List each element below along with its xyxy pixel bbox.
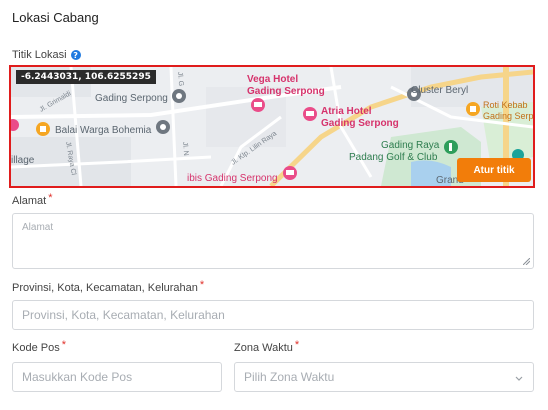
coordinates-badge: -6.2443031, 106.6255295 xyxy=(16,70,156,84)
required-marker: * xyxy=(61,339,66,351)
chevron-down-icon xyxy=(515,376,523,381)
location-map[interactable]: Vega Hotel Gading Serpong Gading Serpong… xyxy=(9,65,535,188)
gray-pin-icon xyxy=(156,120,170,134)
required-marker: * xyxy=(48,192,53,204)
roti-kebab-pin-icon xyxy=(466,102,480,116)
gading-raya-label: Gading Raya xyxy=(381,140,440,151)
postal-code-input[interactable]: Masukkan Kode Pos xyxy=(12,362,222,392)
balai-warga-label: Balai Warga Bohemia xyxy=(55,125,152,136)
timezone-select[interactable]: Pilih Zona Waktu xyxy=(234,362,534,392)
postal-label: Kode Pos * xyxy=(12,339,66,354)
ibis-pin-icon xyxy=(283,166,297,180)
cluster-beryl-label: Cluster Beryl xyxy=(411,85,468,96)
roti-kebab-label-2: Gading Serpo xyxy=(483,111,533,121)
gading-serpong-label: Gading Serpong xyxy=(95,93,168,104)
region-label-text: Provinsi, Kota, Kecamatan, Kelurahan xyxy=(12,282,198,294)
golf-pin-icon xyxy=(444,140,458,154)
timezone-label: Zona Waktu * xyxy=(234,339,300,354)
timezone-placeholder: Pilih Zona Waktu xyxy=(244,370,335,384)
illage-label: illage xyxy=(11,155,35,166)
roti-kebab-label: Roti Kebab xyxy=(483,100,528,110)
map-canvas[interactable]: Vega Hotel Gading Serpong Gading Serpong… xyxy=(11,67,533,186)
address-label: Alamat * xyxy=(12,192,53,207)
vega-hotel-pin-icon xyxy=(251,98,265,112)
location-label: Titik Lokasi ? xyxy=(12,49,81,61)
region-placeholder: Provinsi, Kota, Kecamatan, Kelurahan xyxy=(22,308,225,322)
location-label-text: Titik Lokasi xyxy=(12,49,67,61)
gading-serpong-pin-icon xyxy=(172,89,186,103)
jl-side-label: Jl. G xyxy=(176,72,184,87)
jl-n-label: Jl. N xyxy=(181,142,189,157)
help-icon[interactable]: ? xyxy=(70,50,81,60)
required-marker: * xyxy=(294,339,300,351)
postal-placeholder: Masukkan Kode Pos xyxy=(22,370,133,384)
address-textarea[interactable]: Alamat xyxy=(12,213,534,269)
address-placeholder: Alamat xyxy=(22,222,54,233)
atria-hotel-label-2: Gading Serpong xyxy=(321,118,399,129)
ibis-label: ibis Gading Serpong xyxy=(187,173,278,184)
region-input[interactable]: Provinsi, Kota, Kecamatan, Kelurahan xyxy=(12,300,534,330)
vega-hotel-label: Vega Hotel xyxy=(247,74,298,85)
resize-handle-icon[interactable] xyxy=(523,258,530,265)
section-title: Lokasi Cabang xyxy=(12,10,99,25)
postal-label-text: Kode Pos xyxy=(12,342,60,354)
set-point-button[interactable]: Atur titik xyxy=(457,158,531,182)
atria-hotel-pin-icon xyxy=(303,107,317,121)
gading-raya-label-2: Padang Golf & Club xyxy=(349,152,438,163)
region-label: Provinsi, Kota, Kecamatan, Kelurahan * xyxy=(12,279,205,294)
timezone-label-text: Zona Waktu xyxy=(234,342,293,354)
atria-hotel-label: Atria Hotel xyxy=(321,106,372,117)
balai-warga-pin-icon xyxy=(36,122,50,136)
vega-hotel-label-2: Gading Serpong xyxy=(247,86,325,97)
address-label-text: Alamat xyxy=(12,195,47,207)
required-marker: * xyxy=(199,279,205,291)
